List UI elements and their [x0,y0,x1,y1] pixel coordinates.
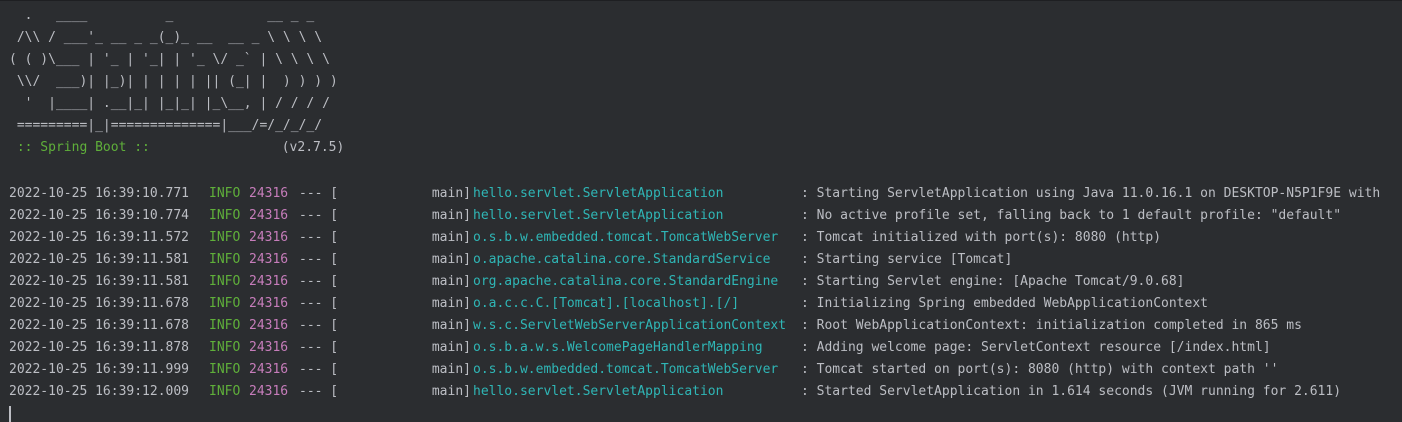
banner-line: \\/ ___)| |_)| | | | | || (_| | ) ) ) ) [9,74,338,89]
log-level: INFO [209,296,241,311]
log-timestamp: 2022-10-25 16:39:11.678 [9,318,190,333]
log-separator: --- [ [299,296,339,311]
text-cursor [9,406,11,422]
log-timestamp: 2022-10-25 16:39:10.774 [9,208,190,223]
log-logger-name: hello.servlet.ServletApplication [473,186,724,201]
log-message: : Tomcat started on port(s): 8080 (http)… [801,362,1279,377]
log-level: INFO [209,340,241,355]
log-logger-name: hello.servlet.ServletApplication [473,384,724,399]
log-thread: main] [431,318,471,333]
log-message: : No active profile set, falling back to… [801,208,1342,223]
log-level: INFO [209,362,241,377]
log-message: : Initializing Spring embedded WebApplic… [801,296,1208,311]
log-message: : Tomcat initialized with port(s): 8080 … [801,230,1162,245]
log-separator: --- [ [299,318,339,333]
banner-line: ( ( )\___ | '_ | '_| | '_ \/ _` | \ \ \ … [9,52,330,67]
log-level: INFO [209,384,241,399]
log-row: 2022-10-25 16:39:11.678 INFO 24316 --- [ mai… [9,293,1399,315]
run-console[interactable]: . ____ _ __ _ _ /\\ / ___'_ __ _ _(_)_ _… [0,0,1402,422]
log-separator: --- [ [299,230,339,245]
log-row: 2022-10-25 16:39:11.878 INFO 24316 --- [ mai… [9,337,1399,359]
log-pid: 24316 [249,208,289,223]
log-pid: 24316 [249,318,289,333]
log-logger-name: hello.servlet.ServletApplication [473,208,724,223]
log-row: 2022-10-25 16:39:11.581 INFO 24316 --- [ mai… [9,271,1399,293]
log-timestamp: 2022-10-25 16:39:11.572 [9,230,190,245]
spring-boot-version: (v2.7.5) [281,140,345,155]
log-message: : Starting Servlet engine: [Apache Tomca… [801,274,1185,289]
log-pid: 24316 [249,340,289,355]
log-pid: 24316 [249,362,289,377]
log-pid: 24316 [249,230,289,245]
log-message: : Starting service [Tomcat] [801,252,1013,267]
log-thread: main] [431,252,471,267]
log-pid: 24316 [249,274,289,289]
log-row: 2022-10-25 16:39:11.581 INFO 24316 --- [ mai… [9,249,1399,271]
log-separator: --- [ [299,384,339,399]
log-level: INFO [209,318,241,333]
log-thread: main] [431,208,471,223]
log-logger-name: w.s.c.ServletWebServerApplicationContext [473,318,787,333]
log-message: : Started ServletApplication in 1.614 se… [801,384,1342,399]
log-separator: --- [ [299,274,339,289]
log-logger-name: o.s.b.w.embedded.tomcat.TomcatWebServer [473,230,779,245]
log-pid: 24316 [249,186,289,201]
log-message: : Starting ServletApplication using Java… [801,186,1381,201]
log-timestamp: 2022-10-25 16:39:11.678 [9,296,190,311]
log-row: 2022-10-25 16:39:12.009 INFO 24316 --- [ mai… [9,381,1399,403]
log-pid: 24316 [249,384,289,399]
log-timestamp: 2022-10-25 16:39:11.581 [9,252,190,267]
log-level: INFO [209,186,241,201]
log-thread: main] [431,296,471,311]
log-message: : Adding welcome page: ServletContext re… [801,340,1271,355]
log-thread: main] [431,186,471,201]
log-logger-name: o.s.b.w.embedded.tomcat.TomcatWebServer [473,362,779,377]
spring-boot-version-line: :: Spring Boot :: (v2.7.5) [9,137,345,159]
log-timestamp: 2022-10-25 16:39:11.878 [9,340,190,355]
log-level: INFO [209,208,241,223]
log-pid: 24316 [249,296,289,311]
log-row: 2022-10-25 16:39:10.771 INFO 24316 --- [ mai… [9,183,1399,205]
log-thread: main] [431,362,471,377]
banner-line: =========|_|==============|___/=/_/_/_/ [9,118,323,133]
log-separator: --- [ [299,252,339,267]
log-level: INFO [209,274,241,289]
log-timestamp: 2022-10-25 16:39:11.999 [9,362,190,377]
log-thread: main] [431,274,471,289]
log-thread: main] [431,340,471,355]
log-timestamp: 2022-10-25 16:39:10.771 [9,186,190,201]
log-timestamp: 2022-10-25 16:39:12.009 [9,384,190,399]
log-separator: --- [ [299,362,339,377]
log-pid: 24316 [249,252,289,267]
log-logger-name: o.s.b.a.w.s.WelcomePageHandlerMapping [473,340,763,355]
log-row: 2022-10-25 16:39:11.572 INFO 24316 --- [ mai… [9,227,1399,249]
spring-boot-banner: . ____ _ __ _ _ /\\ / ___'_ __ _ _(_)_ _… [9,5,344,159]
log-row: 2022-10-25 16:39:10.774 INFO 24316 --- [ mai… [9,205,1399,227]
log-output: 2022-10-25 16:39:10.771 INFO 24316 --- [ mai… [9,183,1399,403]
log-separator: --- [ [299,186,339,201]
log-level: INFO [209,252,241,267]
log-level: INFO [209,230,241,245]
log-row: 2022-10-25 16:39:11.678 INFO 24316 --- [ mai… [9,315,1399,337]
banner-line: . ____ _ __ _ _ [9,8,315,23]
log-logger-name: org.apache.catalina.core.StandardEngine [473,274,779,289]
log-separator: --- [ [299,340,339,355]
log-logger-name: o.apache.catalina.core.StandardService [473,252,771,267]
log-logger-name: o.a.c.c.C.[Tomcat].[localhost].[/] [473,296,740,311]
banner-line: ' |____| .__|_| |_|_| |_\__, | / / / / [9,96,330,111]
spring-boot-label: :: Spring Boot :: [9,140,158,155]
banner-line: /\\ / ___'_ __ _ _(_)_ __ __ _ \ \ \ \ [9,30,323,45]
log-timestamp: 2022-10-25 16:39:11.581 [9,274,190,289]
log-row: 2022-10-25 16:39:11.999 INFO 24316 --- [ mai… [9,359,1399,381]
log-separator: --- [ [299,208,339,223]
log-message: : Root WebApplicationContext: initializa… [801,318,1302,333]
log-thread: main] [431,384,471,399]
log-thread: main] [431,230,471,245]
